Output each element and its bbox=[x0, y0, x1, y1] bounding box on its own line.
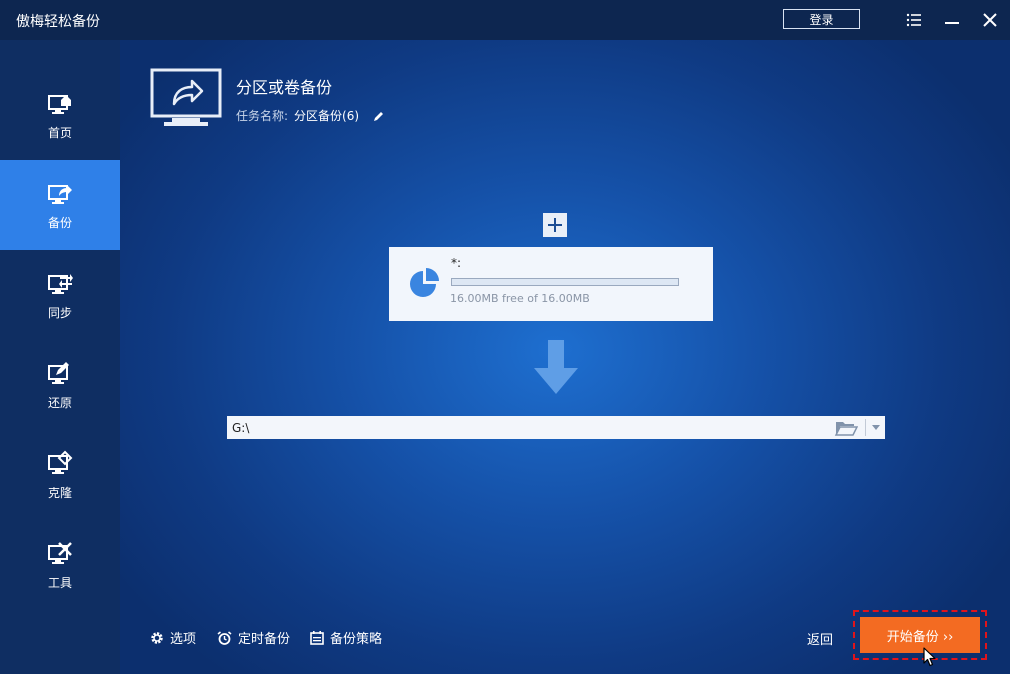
backup-scheme-button[interactable]: 备份策略 bbox=[310, 628, 382, 647]
alarm-clock-icon bbox=[217, 630, 232, 645]
login-button[interactable]: 登录 bbox=[783, 9, 860, 29]
chevron-down-icon bbox=[872, 425, 880, 430]
sidebar-item-home[interactable]: 首页 bbox=[0, 70, 120, 160]
options-label: 选项 bbox=[170, 632, 197, 647]
app-title: 傲梅轻松备份 bbox=[16, 14, 100, 30]
sidebar-item-tools[interactable]: 工具 bbox=[0, 520, 120, 610]
app-window: 傲梅轻松备份 登录 首页 备份 同步 还原 克隆 工具 分区或卷备份 任务名称:… bbox=[0, 0, 1010, 674]
close-icon[interactable] bbox=[980, 10, 1000, 30]
sidebar-item-backup[interactable]: 备份 bbox=[0, 160, 120, 250]
schedule-backup-label: 定时备份 bbox=[238, 632, 291, 647]
task-name-row: 任务名称: 分区备份(6) bbox=[236, 107, 385, 124]
sidebar-item-sync[interactable]: 同步 bbox=[0, 250, 120, 340]
sidebar-item-clone[interactable]: 克隆 bbox=[0, 430, 120, 520]
sidebar-item-label: 同步 bbox=[47, 305, 72, 320]
free-space-text: 16.00MB free of 16.00MB bbox=[450, 292, 590, 305]
start-backup-button[interactable]: 开始备份 ›› bbox=[860, 617, 980, 653]
sync-monitor-icon bbox=[48, 273, 73, 294]
sidebar-item-label: 工具 bbox=[47, 575, 72, 590]
add-source-button[interactable] bbox=[543, 213, 567, 237]
task-name-value: 分区备份(6) bbox=[294, 109, 360, 123]
usage-bar bbox=[451, 278, 679, 286]
sidebar-item-label: 备份 bbox=[47, 215, 72, 230]
arrow-down-icon bbox=[534, 340, 578, 394]
mouse-pointer-icon bbox=[923, 647, 936, 667]
sidebar-item-label: 克隆 bbox=[47, 485, 72, 500]
home-monitor-icon bbox=[48, 94, 71, 114]
calendar-list-icon bbox=[310, 630, 324, 645]
back-button[interactable]: 返回 bbox=[807, 629, 833, 648]
options-button[interactable]: 选项 bbox=[150, 628, 196, 647]
task-name-label: 任务名称: bbox=[236, 109, 289, 123]
title-bar: 傲梅轻松备份 登录 bbox=[0, 0, 1010, 40]
partition-pie-icon bbox=[410, 268, 439, 297]
backup-monitor-icon bbox=[48, 184, 72, 204]
minimize-icon[interactable] bbox=[942, 10, 962, 30]
sidebar: 首页 备份 同步 还原 克隆 工具 bbox=[0, 40, 120, 674]
menu-icon[interactable] bbox=[904, 10, 924, 30]
sidebar-item-restore[interactable]: 还原 bbox=[0, 340, 120, 430]
sidebar-item-label: 首页 bbox=[47, 125, 72, 140]
browse-folder-button[interactable] bbox=[834, 418, 859, 441]
backup-monitor-icon bbox=[150, 68, 222, 126]
page-title: 分区或卷备份 bbox=[236, 78, 333, 97]
plus-icon bbox=[548, 218, 562, 232]
tools-monitor-icon bbox=[48, 541, 72, 564]
dropdown-divider bbox=[865, 419, 866, 436]
destination-path-input[interactable] bbox=[227, 416, 824, 439]
schedule-backup-button[interactable]: 定时备份 bbox=[217, 628, 290, 647]
drive-label: *: bbox=[451, 256, 462, 270]
destination-path-field bbox=[227, 416, 885, 439]
restore-monitor-icon bbox=[48, 361, 69, 384]
folder-open-icon bbox=[834, 422, 859, 436]
gear-icon bbox=[151, 631, 163, 644]
backup-scheme-label: 备份策略 bbox=[330, 632, 383, 647]
main-panel: 分区或卷备份 任务名称: 分区备份(6) *: 16.00MB free of … bbox=[120, 40, 1010, 674]
clone-monitor-icon bbox=[48, 450, 73, 474]
destination-dropdown-button[interactable] bbox=[869, 418, 883, 437]
start-backup-highlight: 开始备份 ›› bbox=[853, 610, 987, 660]
pencil-icon[interactable] bbox=[373, 110, 385, 122]
source-partition-card[interactable]: *: 16.00MB free of 16.00MB bbox=[389, 247, 713, 321]
sidebar-item-label: 还原 bbox=[47, 395, 72, 410]
